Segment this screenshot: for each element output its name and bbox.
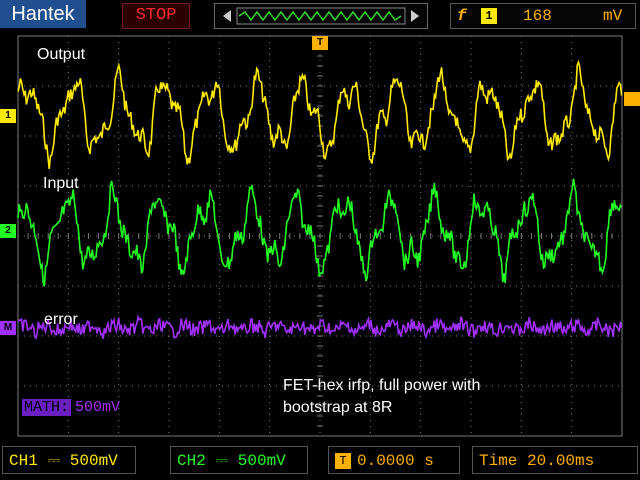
math-tag: MATH: bbox=[22, 399, 72, 416]
scroll-left-icon bbox=[223, 10, 231, 22]
annotation-text: FET-hex irfp, full power with bootstrap … bbox=[283, 375, 543, 419]
memory-trigger-marker: T bbox=[316, 4, 324, 6]
ch1-scale[interactable]: CH1 ⎓ 500mV bbox=[2, 446, 136, 474]
math-ground-marker[interactable]: M bbox=[0, 321, 16, 335]
trigger-level-marker[interactable] bbox=[624, 92, 640, 106]
timebase[interactable]: Time 20.00ms bbox=[472, 446, 638, 474]
memory-waveform-trace bbox=[238, 10, 402, 22]
trigger-level-unit: mV bbox=[603, 7, 623, 25]
ch2-scale[interactable]: CH2 ⎓ 500mV bbox=[170, 446, 308, 474]
error-trace-label: error bbox=[44, 311, 78, 328]
trigger-time-value: 0.0000 s bbox=[357, 452, 434, 470]
annotation-line-2: bootstrap at 8R bbox=[283, 399, 393, 416]
trigger-edge-icon: f bbox=[457, 7, 467, 25]
math-scale-value: 500mV bbox=[75, 399, 121, 416]
trigger-level-value: 168 bbox=[523, 7, 552, 25]
annotation-line-1: FET-hex irfp, full power with bbox=[283, 377, 481, 394]
trigger-time-offset[interactable]: T 0.0000 s bbox=[328, 446, 460, 474]
brand-logo: Hantek bbox=[0, 0, 86, 28]
top-status-bar: Hantek STOP T f 1 168 mV bbox=[0, 0, 640, 30]
output-trace-label: Output bbox=[37, 46, 86, 63]
memory-position-bar[interactable]: T bbox=[214, 3, 428, 29]
math-scale-indicator[interactable]: MATH: 500mV bbox=[22, 399, 120, 417]
input-trace-label: Input bbox=[43, 175, 79, 192]
bottom-status-bar: CH1 ⎓ 500mV CH2 ⎓ 500mV T 0.0000 s Time 2… bbox=[0, 442, 640, 480]
trigger-info[interactable]: f 1 168 mV bbox=[450, 3, 636, 29]
ch1-ground-marker[interactable]: 1 bbox=[0, 109, 16, 123]
ch2-ground-marker[interactable]: 2 bbox=[0, 224, 16, 238]
trigger-channel-badge: 1 bbox=[481, 8, 497, 24]
scroll-right-icon bbox=[411, 10, 419, 22]
memory-waveform-icon: T bbox=[223, 4, 419, 25]
run-stop-indicator[interactable]: STOP bbox=[122, 3, 190, 29]
trigger-position-marker[interactable]: T bbox=[312, 36, 328, 50]
trigger-arrow-icon: T bbox=[335, 452, 351, 469]
